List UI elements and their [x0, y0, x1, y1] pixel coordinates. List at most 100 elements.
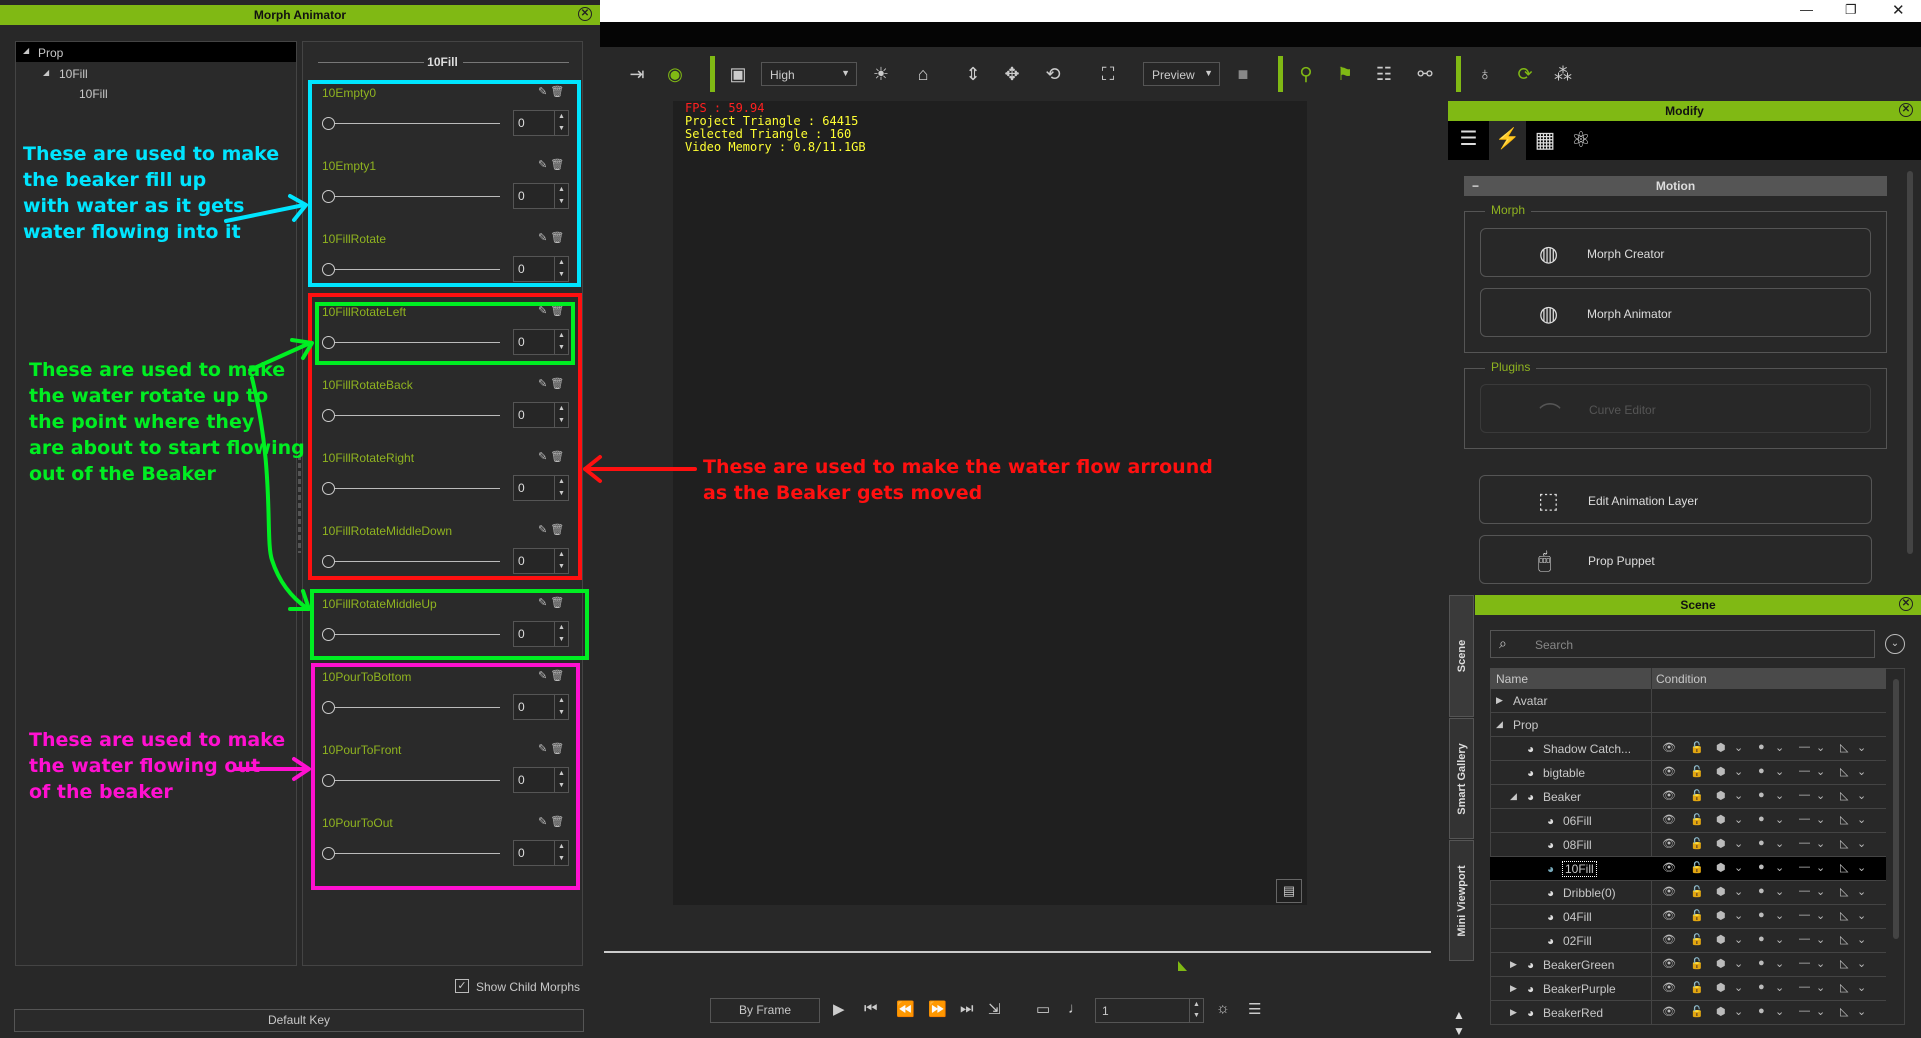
dropdown-icon[interactable]: ⌄ [1816, 789, 1825, 802]
lock-icon[interactable]: 🔓 [1690, 1005, 1704, 1018]
timeline-marker[interactable] [1178, 961, 1187, 971]
sphere-icon[interactable]: ● [1758, 765, 1765, 777]
frame-input[interactable]: 1 ▲ ▼ [1095, 998, 1204, 1023]
dropdown-icon[interactable]: ⌄ [1775, 765, 1784, 778]
scene-row[interactable]: ◕ 02Fill 👁 🔓 ⬢ ⌄ ● ⌄ — ⌄ ◺ ⌄ [1490, 929, 1886, 953]
dropdown-icon[interactable]: ⌄ [1816, 957, 1825, 970]
close-icon[interactable]: ✕ [1899, 103, 1913, 117]
scroll-down-icon[interactable]: ▼ [1453, 1024, 1465, 1038]
tree-item-10fill-child[interactable]: 10Fill [16, 84, 296, 102]
skip-end-icon[interactable]: ⏭ [960, 1000, 974, 1017]
dropdown-icon[interactable]: ⌄ [1816, 909, 1825, 922]
shape-icon[interactable]: ◺ [1840, 861, 1848, 874]
line-icon[interactable]: — [1799, 765, 1810, 777]
column-header-name[interactable]: Name [1496, 672, 1528, 686]
scene-search-input[interactable]: ⌕ Search [1490, 630, 1875, 658]
dropdown-icon[interactable]: ⌄ [1734, 1005, 1743, 1018]
dropdown-icon[interactable]: ⌄ [1857, 765, 1866, 778]
shape-icon[interactable]: ◺ [1840, 981, 1848, 994]
sphere-icon[interactable]: ● [1758, 789, 1765, 801]
line-icon[interactable]: — [1799, 909, 1810, 921]
visibility-eye-icon[interactable]: 👁 [1662, 933, 1676, 946]
expand-icon[interactable]: ▶ [1496, 695, 1503, 706]
sphere-icon[interactable]: ● [1758, 813, 1765, 825]
dropdown-icon[interactable]: ⌄ [1775, 957, 1784, 970]
side-tab-scene[interactable]: Scene [1449, 595, 1474, 717]
physics-icon[interactable]: ⟳ [1513, 64, 1537, 85]
align-icon[interactable]: ⇥ [625, 64, 649, 85]
shape-icon[interactable]: ◺ [1840, 765, 1848, 778]
dropdown-icon[interactable]: ⌄ [1857, 885, 1866, 898]
prop-puppet-button[interactable]: 🖱 Prop Puppet [1479, 535, 1872, 584]
shape-icon[interactable]: ◺ [1840, 813, 1848, 826]
sphere-icon[interactable]: ● [1758, 885, 1765, 897]
dropdown-icon[interactable]: ⌄ [1734, 765, 1743, 778]
shape-icon[interactable]: ◺ [1840, 933, 1848, 946]
dropdown-icon[interactable]: ⌄ [1775, 909, 1784, 922]
tab-physics-atom-icon[interactable]: ⚛ [1566, 121, 1596, 160]
side-tab-mini-viewport[interactable]: Mini Viewport [1449, 840, 1474, 961]
timeline-track[interactable] [604, 951, 1431, 953]
lock-icon[interactable]: 🔓 [1690, 933, 1704, 946]
tree-item-10fill[interactable]: ◢ 10Fill [16, 64, 296, 82]
lock-icon[interactable]: 🔓 [1690, 765, 1704, 778]
link-icon[interactable]: ⚯ [1413, 64, 1437, 85]
default-key-button[interactable]: Default Key [14, 1009, 584, 1032]
dropdown-icon[interactable]: ⌄ [1857, 981, 1866, 994]
sphere-icon[interactable]: ● [1758, 957, 1765, 969]
shape-icon[interactable]: ◺ [1840, 957, 1848, 970]
lock-icon[interactable]: 🔓 [1690, 741, 1704, 754]
dropdown-icon[interactable]: ⌄ [1775, 981, 1784, 994]
cube-icon[interactable]: ⬢ [1716, 909, 1726, 922]
scene-row[interactable]: ◕ 06Fill 👁 🔓 ⬢ ⌄ ● ⌄ — ⌄ ◺ ⌄ [1490, 809, 1886, 833]
restore-icon[interactable]: ❐ [1845, 2, 1857, 18]
visibility-eye-icon[interactable]: 👁 [1662, 837, 1676, 850]
close-icon[interactable]: ✕ [1899, 597, 1913, 611]
cube-icon[interactable]: ⬢ [1716, 765, 1726, 778]
scene-row[interactable]: ◕ 10Fill 👁 🔓 ⬢ ⌄ ● ⌄ — ⌄ ◺ ⌄ [1490, 857, 1886, 881]
shape-icon[interactable]: ◺ [1840, 789, 1848, 802]
visibility-eye-icon[interactable]: 👁 [1662, 741, 1676, 754]
close-icon[interactable]: ✕ [578, 7, 592, 21]
shape-icon[interactable]: ◺ [1840, 909, 1848, 922]
lock-icon[interactable]: 🔓 [1690, 957, 1704, 970]
scene-row[interactable]: ▶ ◕ BeakerPurple 👁 🔓 ⬢ ⌄ ● ⌄ — ⌄ ◺ ⌄ [1490, 977, 1886, 1001]
scene-row[interactable]: ◕ Dribble(0) 👁 🔓 ⬢ ⌄ ● ⌄ — ⌄ ◺ ⌄ [1490, 881, 1886, 905]
line-icon[interactable]: — [1799, 789, 1810, 801]
scene-row[interactable]: ◢ Prop [1490, 713, 1886, 737]
group-icon[interactable]: ⁂ [1551, 64, 1575, 85]
visibility-eye-icon[interactable]: 👁 [1662, 909, 1676, 922]
flag-icon[interactable]: ⚑ [1333, 64, 1357, 85]
shape-icon[interactable]: ◺ [1840, 837, 1848, 850]
dropdown-icon[interactable]: ⌄ [1734, 909, 1743, 922]
panel-layout-icon[interactable]: ▣ [726, 64, 750, 85]
dropdown-icon[interactable]: ⌄ [1734, 885, 1743, 898]
cube-icon[interactable]: ⬢ [1716, 885, 1726, 898]
settings-sun-icon[interactable]: ☼ [1216, 1000, 1230, 1017]
dropdown-icon[interactable]: ⌄ [1816, 765, 1825, 778]
dropdown-icon[interactable]: ⌄ [1775, 741, 1784, 754]
camera-icon[interactable]: ■ [1231, 64, 1255, 85]
edit-animation-layer-button[interactable]: ⬚ Edit Animation Layer [1479, 475, 1872, 524]
collapse-icon[interactable]: − [1472, 176, 1479, 196]
fit-vertical-icon[interactable]: ⇕ [961, 64, 985, 85]
dropdown-icon[interactable]: ⌄ [1775, 885, 1784, 898]
line-icon[interactable]: — [1799, 813, 1810, 825]
expand-icon[interactable]: ◢ [43, 68, 49, 77]
rotate-view-icon[interactable]: ⟲ [1041, 64, 1065, 85]
checklist-icon[interactable]: ☷ [1372, 64, 1396, 85]
tab-motion-icon[interactable]: ⚡ [1489, 121, 1526, 160]
shape-icon[interactable]: ◺ [1840, 741, 1848, 754]
dropdown-icon[interactable]: ⌄ [1734, 741, 1743, 754]
line-icon[interactable]: — [1799, 861, 1810, 873]
curve-editor-button[interactable]: ⌒ Curve Editor [1480, 384, 1871, 433]
dropdown-icon[interactable]: ⌄ [1816, 885, 1825, 898]
line-icon[interactable]: — [1799, 933, 1810, 945]
dropdown-icon[interactable]: ⌄ [1775, 1005, 1784, 1018]
line-icon[interactable]: — [1799, 957, 1810, 969]
filter-dropdown-icon[interactable]: ⌄ [1885, 634, 1905, 654]
visibility-eye-icon[interactable]: 👁 [1662, 957, 1676, 970]
quality-select[interactable]: High ▼ [761, 62, 857, 86]
dropdown-icon[interactable]: ⌄ [1734, 837, 1743, 850]
minimize-icon[interactable]: — [1800, 2, 1813, 17]
